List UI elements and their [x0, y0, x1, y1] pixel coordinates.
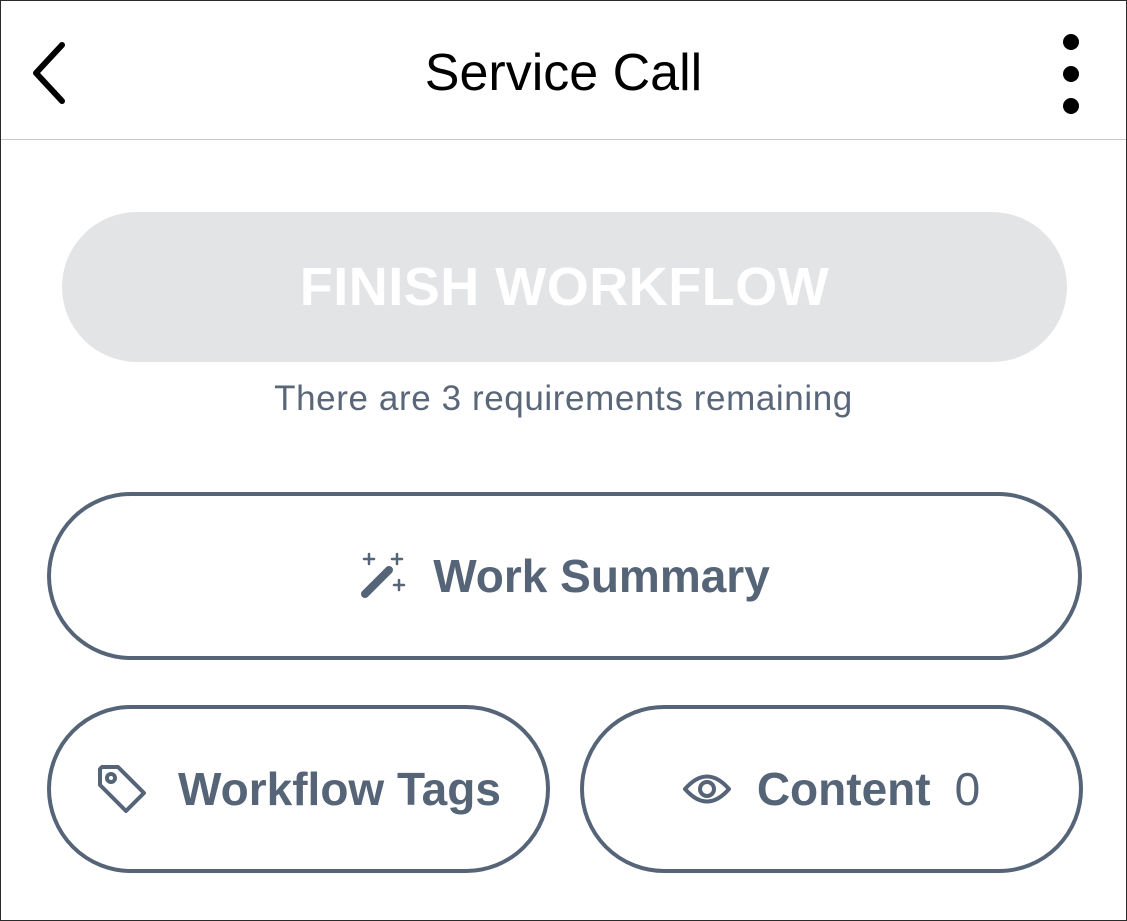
work-summary-button[interactable]: Work Summary	[47, 492, 1082, 660]
workflow-tags-label: Workflow Tags	[178, 763, 501, 815]
work-summary-label: Work Summary	[433, 550, 770, 602]
eye-icon	[682, 772, 731, 806]
magic-wand-icon	[359, 552, 407, 600]
content-label: Content	[756, 763, 931, 815]
more-options-button[interactable]	[1041, 27, 1101, 121]
back-button[interactable]	[15, 31, 85, 115]
content-button[interactable]: Content 0	[580, 705, 1083, 873]
chevron-left-icon	[30, 41, 70, 105]
requirements-remaining-text: There are 3 requirements remaining	[274, 379, 853, 418]
content-count: 0	[954, 763, 981, 815]
workflow-tags-button[interactable]: Workflow Tags	[47, 705, 550, 873]
tag-icon	[96, 763, 148, 815]
page-title: Service Call	[424, 44, 703, 102]
more-vertical-icon	[1061, 32, 1081, 116]
navigation-bar: Service Call	[1, 1, 1126, 140]
finish-workflow-button[interactable]: FINISH WORKFLOW	[62, 212, 1067, 362]
screen: Service Call FINISH WORKFLOW There are 3…	[0, 0, 1127, 921]
